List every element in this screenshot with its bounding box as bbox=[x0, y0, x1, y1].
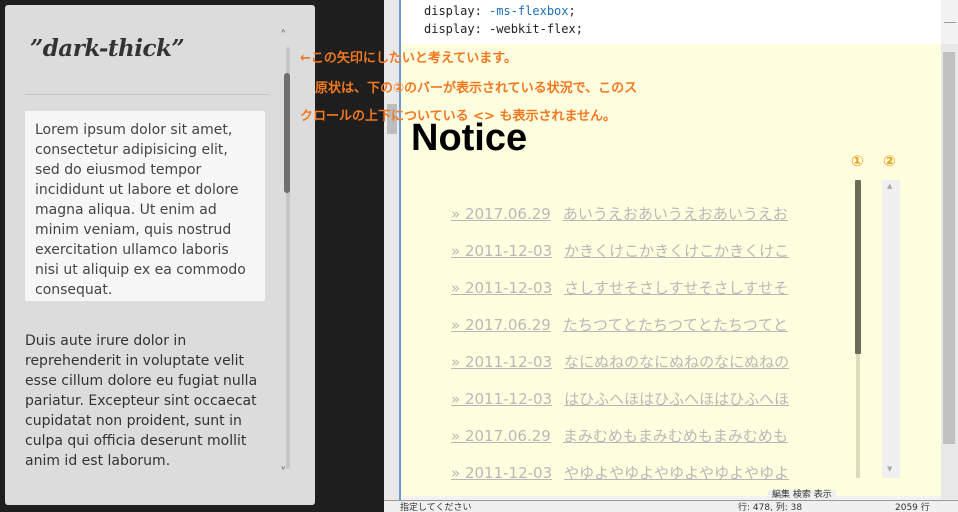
annotation-line: ←この矢印にしたいと考えています。 bbox=[300, 51, 517, 66]
news-title[interactable]: まみむめもまみむめもまみむめも bbox=[563, 427, 788, 445]
news-item[interactable]: » 2011-12-03 さしすせそさしすせそさしすせそ bbox=[451, 277, 788, 298]
chevron-up-icon[interactable]: ˄ bbox=[280, 30, 287, 43]
news-item[interactable]: » 2017.06.29 まみむめもまみむめもまみむめも bbox=[451, 425, 788, 446]
code-line[interactable]: display: -ms-flexbox; bbox=[424, 4, 576, 18]
news-title[interactable]: さしすせそさしすせそさしすせそ bbox=[564, 279, 788, 297]
annotation-line: 原状は、下の②のバーが表示されている状況で、このス bbox=[315, 81, 638, 96]
news-item[interactable]: » 2011-12-03 やゆよやゆよやゆよやゆよやゆよ bbox=[451, 462, 789, 483]
news-date[interactable]: » 2011-12-03 bbox=[451, 464, 552, 482]
code-line[interactable]: display: -webkit-flex; bbox=[424, 22, 583, 36]
code-semicolon: ; bbox=[568, 4, 576, 18]
paragraph: Duis aute irure dolor in reprehenderit i… bbox=[25, 333, 258, 469]
annotation-line: クロールの上下についている <> も表示されません。 bbox=[300, 109, 617, 124]
demo-panel: ”dark-thick” Lorem ipsum dolor sit amet,… bbox=[5, 5, 315, 505]
custom-scrollbar-thumb[interactable] bbox=[284, 73, 290, 193]
news-item[interactable]: » 2011-12-03 かきくけこかきくけこかきくけこ bbox=[451, 240, 789, 261]
scroll-down-arrow-icon[interactable]: ▼ bbox=[887, 466, 892, 473]
news-item[interactable]: » 2017.06.29 たちつてとたちつてとたちつてと bbox=[451, 314, 788, 335]
panel-divider bbox=[25, 94, 269, 95]
news-date[interactable]: » 2011-12-03 bbox=[451, 242, 552, 260]
cursor-position: 行: 478, 列: 38 bbox=[738, 503, 803, 512]
news-date[interactable]: » 2011-12-03 bbox=[451, 279, 552, 297]
news-title[interactable]: あいうえおあいうえおあいうえお bbox=[563, 205, 788, 223]
news-date[interactable]: » 2011-12-03 bbox=[451, 353, 552, 371]
news-date[interactable]: » 2017.06.29 bbox=[451, 427, 551, 445]
news-item[interactable]: » 2011-12-03 なにぬねのなにぬねのなにぬねの bbox=[451, 351, 789, 372]
line-count: 2059 行 bbox=[895, 503, 930, 512]
news-date[interactable]: » 2017.06.29 bbox=[451, 316, 551, 334]
scroll-up-arrow-icon[interactable]: ▲ bbox=[887, 183, 892, 190]
marker-2-label: ② bbox=[883, 152, 896, 170]
code-property: display: bbox=[424, 4, 490, 18]
boxed-paragraph: Lorem ipsum dolor sit amet, consectetur … bbox=[25, 111, 265, 301]
news-item[interactable]: » 2017.06.29 あいうえおあいうえおあいうえお bbox=[451, 203, 788, 224]
panel-title: ”dark-thick” bbox=[30, 35, 185, 62]
scrollbar-2-track[interactable] bbox=[882, 180, 900, 478]
news-title[interactable]: なにぬねのなにぬねのなにぬねの bbox=[564, 353, 789, 371]
scrollbar-1-thumb[interactable] bbox=[855, 180, 861, 354]
code-value: -ms-flexbox bbox=[489, 4, 569, 18]
editor-gutter bbox=[384, 0, 400, 500]
news-title[interactable]: たちつてとたちつてとたちつてと bbox=[563, 316, 788, 334]
news-title[interactable]: はひふへほはひふへほはひふへほ bbox=[564, 390, 789, 408]
marker-1-label: ① bbox=[851, 152, 864, 170]
code-scroll-indicator bbox=[944, 22, 956, 32]
status-menu[interactable]: 編集 検索 表示 bbox=[768, 490, 836, 500]
news-item[interactable]: » 2011-12-03 はひふへほはひふへほはひふへほ bbox=[451, 388, 789, 409]
news-date[interactable]: » 2011-12-03 bbox=[451, 390, 552, 408]
chevron-down-icon[interactable]: ˅ bbox=[280, 467, 287, 480]
editor-scrollbar-thumb[interactable] bbox=[943, 52, 955, 444]
news-title[interactable]: かきくけこかきくけこかきくけこ bbox=[564, 242, 789, 260]
status-hint: 指定してください bbox=[400, 503, 472, 512]
news-title[interactable]: やゆよやゆよやゆよやゆよやゆよ bbox=[564, 464, 789, 482]
news-date[interactable]: » 2017.06.29 bbox=[451, 205, 551, 223]
